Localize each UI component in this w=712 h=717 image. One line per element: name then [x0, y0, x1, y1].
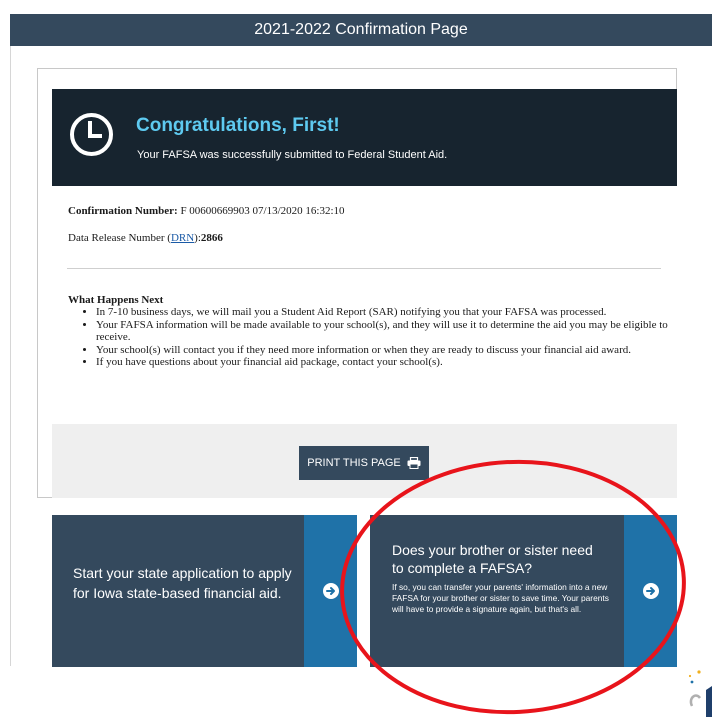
what-happens-next-title: What Happens Next: [68, 294, 164, 306]
state-application-text: Start your state application to apply fo…: [73, 565, 292, 601]
print-button-label: PRINT THIS PAGE: [307, 457, 401, 469]
drn-value: 2866: [200, 232, 223, 244]
page-title: 2021-2022 Confirmation Page: [254, 21, 468, 38]
drn-link[interactable]: DRN: [171, 232, 194, 244]
data-release-number: Data Release Number (DRN):2866: [68, 232, 223, 244]
list-item: If you have questions about your financi…: [96, 356, 686, 369]
page-frame-border: [10, 46, 11, 666]
arrow-right-circle-icon: [322, 583, 339, 599]
state-application-tile[interactable]: Start your state application to apply fo…: [52, 515, 357, 667]
confirmation-number: Confirmation Number: F 00600669903 07/13…: [68, 205, 345, 217]
confirmation-number-label: Confirmation Number:: [68, 205, 178, 217]
clock-icon: [70, 113, 113, 156]
drn-label-suffix: ):: [194, 232, 201, 244]
page-header: 2021-2022 Confirmation Page: [10, 14, 712, 46]
drn-label-prefix: Data Release Number (: [68, 232, 171, 244]
arrow-right-circle-icon: [642, 583, 659, 599]
print-page-button[interactable]: PRINT THIS PAGE: [299, 446, 429, 480]
banner-title: Congratulations, First!: [136, 115, 340, 136]
list-item: In 7-10 business days, we will mail you …: [96, 306, 686, 319]
printer-icon: [407, 457, 421, 469]
list-item: Your school(s) will contact you if they …: [96, 344, 686, 357]
sibling-fafsa-arrow-button[interactable]: [624, 515, 677, 667]
logo-icon: [688, 670, 712, 717]
sibling-fafsa-body: If so, you can transfer your parents' in…: [392, 582, 609, 614]
state-application-arrow-button[interactable]: [304, 515, 357, 667]
list-item: Your FAFSA information will be made avai…: [96, 319, 686, 344]
banner-subtitle: Your FAFSA was successfully submitted to…: [137, 149, 448, 161]
section-divider: [67, 268, 661, 269]
confirmation-number-value: F 00600669903 07/13/2020 16:32:10: [180, 205, 345, 217]
confirmation-banner: [52, 89, 677, 186]
sibling-fafsa-tile[interactable]: Does your brother or sister need to comp…: [370, 515, 677, 667]
sibling-fafsa-heading: Does your brother or sister need to comp…: [392, 542, 593, 576]
what-happens-next-list: In 7-10 business days, we will mail you …: [80, 306, 686, 369]
